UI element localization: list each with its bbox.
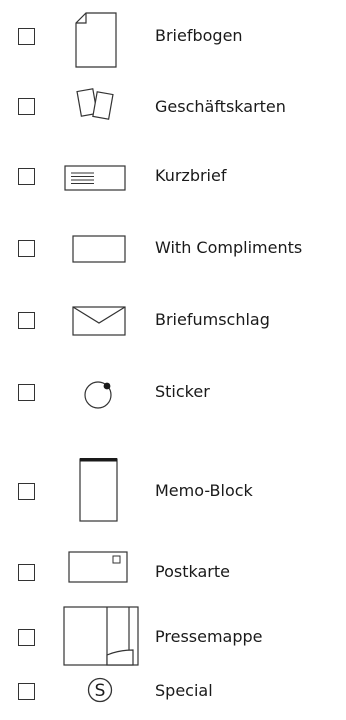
option-label: Briefbogen [155,26,243,45]
option-special[interactable]: S Special [0,660,346,720]
option-label: Briefumschlag [155,310,270,329]
compliments-slip-icon [72,235,126,263]
option-kurzbrief[interactable]: Kurzbrief [0,146,346,206]
special-icon: S [87,677,113,703]
option-briefumschlag[interactable]: Briefumschlag [0,290,346,350]
checkbox-kurzbrief[interactable] [18,168,35,185]
press-folder-icon [63,606,139,666]
checkbox-sticker[interactable] [18,384,35,401]
checkbox-memo-block[interactable] [18,483,35,500]
option-label: Pressemappe [155,627,263,646]
checkbox-briefbogen[interactable] [18,28,35,45]
option-label: Special [155,681,213,700]
option-label: Postkarte [155,562,230,581]
checkbox-special[interactable] [18,683,35,700]
option-label: With Compliments [155,238,303,257]
option-pressemappe[interactable]: Pressemappe [0,606,346,668]
option-label: Memo-Block [155,481,253,500]
option-label: Kurzbrief [155,166,227,185]
option-label: Sticker [155,382,210,401]
checkbox-postkarte[interactable] [18,564,35,581]
short-letter-icon [64,165,126,191]
option-label: Geschäftskarten [155,97,286,116]
checkbox-briefumschlag[interactable] [18,312,35,329]
envelope-icon [72,306,126,336]
memo-pad-icon [79,458,119,522]
option-postkarte[interactable]: Postkarte [0,541,346,601]
sticker-icon [82,377,118,411]
option-memo-block[interactable]: Memo-Block [0,448,346,522]
postcard-icon [68,551,128,583]
option-geschaeftskarten[interactable]: Geschäftskarten [0,77,346,137]
option-briefbogen[interactable]: Briefbogen [0,6,346,68]
svg-text:S: S [95,681,106,701]
checkbox-with-compliments[interactable] [18,240,35,257]
business-cards-icon [76,87,116,127]
option-with-compliments[interactable]: With Compliments [0,218,346,278]
checkbox-geschaeftskarten[interactable] [18,98,35,115]
option-sticker[interactable]: Sticker [0,362,346,422]
checkbox-pressemappe[interactable] [18,629,35,646]
letterhead-icon [75,12,117,68]
